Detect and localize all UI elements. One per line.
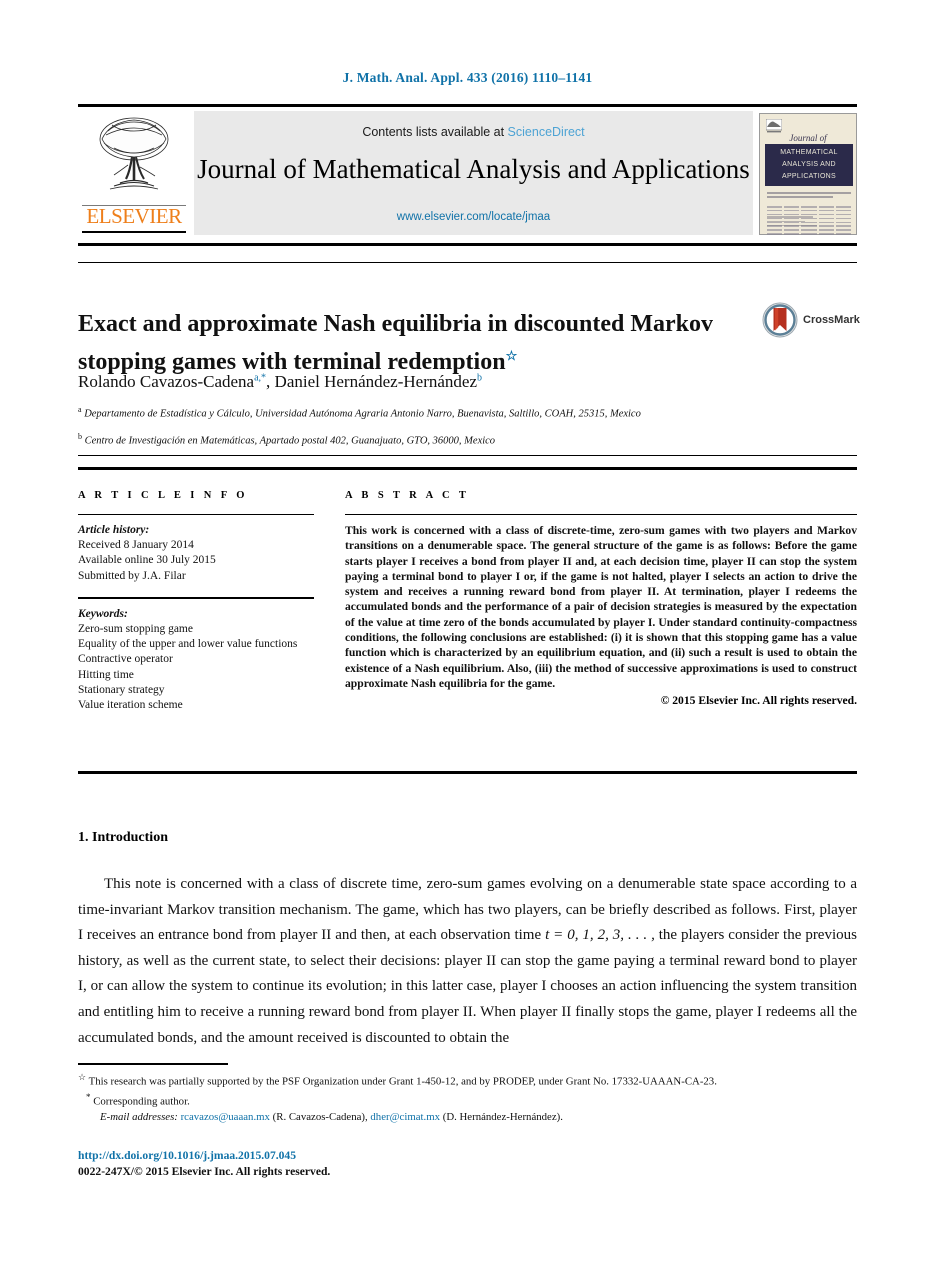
- info-heading-rule: [78, 514, 314, 515]
- footnote-grant: ☆ This research was partially supported …: [78, 1070, 857, 1089]
- author-name: Daniel Hernández-Hernández: [274, 372, 478, 391]
- affiliation-text: Departamento de Estadística y Cálculo, U…: [84, 408, 641, 420]
- abstract-text: This work is concerned with a class of d…: [345, 524, 857, 690]
- keywords-label: Keywords:: [78, 607, 128, 620]
- title-top-rule: [78, 262, 857, 263]
- crossmark-label: CrossMark: [803, 314, 860, 326]
- keyword-item: Hitting time: [78, 668, 134, 681]
- cover-band-title: MATHEMATICAL ANALYSIS AND APPLICATIONS: [765, 144, 853, 186]
- history-item: Received 8 January 2014: [78, 539, 194, 552]
- cover-elsevier-mark-icon: [766, 119, 782, 133]
- keywords-rule: [78, 596, 314, 599]
- page-title: Exact and approximate Nash equilibria in…: [78, 308, 718, 378]
- masthead-bottom-rule: [78, 243, 857, 246]
- cover-footer-lines: [767, 216, 851, 229]
- author-affiliation-marks: a,*: [254, 372, 267, 384]
- journal-cover-thumbnail: Journal of MATHEMATICAL ANALYSIS AND APP…: [759, 113, 857, 235]
- affiliation: b Centro de Investigación en Matemáticas…: [78, 430, 778, 448]
- title-bottom-rule: [78, 455, 857, 456]
- title-footnote-marker: ☆: [505, 348, 518, 364]
- article-info-heading: A R T I C L E I N F O: [78, 490, 248, 501]
- email-link[interactable]: rcavazos@uaaan.mx: [181, 1111, 270, 1123]
- history-item: Available online 30 July 2015: [78, 554, 216, 567]
- cover-journal-of-label: Journal of: [789, 133, 827, 143]
- affiliation-text: Centro de Investigación en Matemáticas, …: [84, 435, 496, 447]
- keyword-item: Zero-sum stopping game: [78, 623, 193, 636]
- article-history-label: Article history:: [78, 524, 150, 536]
- affiliation-mark: a: [78, 405, 82, 414]
- masthead-banner: Contents lists available at ScienceDirec…: [194, 111, 753, 235]
- logo-divider-bottom: [82, 231, 186, 233]
- author-affiliation-marks: b: [477, 372, 483, 384]
- contents-available-line: Contents lists available at ScienceDirec…: [194, 125, 753, 139]
- article-history-block: Article history: Received 8 January 2014…: [78, 523, 314, 584]
- keywords-block: Keywords: Zero-sum stopping game Equalit…: [78, 607, 314, 713]
- keyword-item: Equality of the upper and lower value fu…: [78, 638, 298, 651]
- page-footer: http://dx.doi.org/10.1016/j.jmaa.2015.07…: [78, 1148, 857, 1179]
- footnote-corresponding-author: * Corresponding author.: [78, 1090, 857, 1109]
- introduction-paragraph: This note is concerned with a class of d…: [78, 872, 857, 1051]
- article-title-text: Exact and approximate Nash equilibria in…: [78, 311, 713, 376]
- article-info-column: A R T I C L E I N F O Article history: R…: [78, 490, 314, 713]
- keyword-item: Contractive operator: [78, 653, 173, 666]
- email-link[interactable]: dher@cimat.mx: [370, 1111, 440, 1123]
- keyword-item: Value iteration scheme: [78, 699, 183, 712]
- footnote-corresponding-text: Corresponding author.: [93, 1095, 190, 1108]
- contents-prefix: Contents lists available at: [362, 125, 508, 139]
- keyword-item: Stationary strategy: [78, 683, 165, 696]
- footnote-separator-rule: [78, 1063, 228, 1065]
- crossmark-badge[interactable]: CrossMark: [762, 300, 862, 340]
- doi-link[interactable]: http://dx.doi.org/10.1016/j.jmaa.2015.07…: [78, 1148, 857, 1164]
- journal-homepage-url[interactable]: www.elsevier.com/locate/jmaa: [194, 211, 753, 223]
- paper-page: J. Math. Anal. Appl. 433 (2016) 1110–114…: [0, 0, 935, 1266]
- abstract-heading-rule: [345, 514, 857, 515]
- journal-title: Journal of Mathematical Analysis and App…: [197, 154, 750, 184]
- abstract-column: A B S T R A C T This work is concerned w…: [345, 490, 857, 707]
- email-addresses-label: E-mail addresses:: [100, 1111, 178, 1124]
- cover-editor-lines: [767, 192, 851, 200]
- footnote-emails: E-mail addresses: rcavazos@uaaan.mx (R. …: [78, 1110, 857, 1125]
- elsevier-wordmark: ELSEVIER: [86, 204, 182, 228]
- journal-masthead: ELSEVIER Contents lists available at Sci…: [78, 104, 857, 235]
- abstract-heading: A B S T R A C T: [345, 490, 470, 501]
- footnote-grant-text: This research was partially supported by…: [88, 1075, 717, 1088]
- sciencedirect-link[interactable]: ScienceDirect: [508, 125, 585, 139]
- abstract-bottom-rule: [78, 771, 857, 774]
- inline-math-observation-time: t = 0, 1, 2, 3, . . . ,: [545, 927, 655, 944]
- history-item: Submitted by J.A. Filar: [78, 569, 186, 582]
- footnote-grant-marker: ☆: [78, 1072, 87, 1082]
- section-heading-introduction: 1. Introduction: [78, 829, 168, 845]
- affiliation: a Departamento de Estadística y Cálculo,…: [78, 403, 778, 421]
- author-list: Rolando Cavazos-Cadenaa,*, Daniel Hernán…: [78, 372, 483, 391]
- elsevier-tree-icon: [99, 117, 169, 190]
- journal-reference-line: J. Math. Anal. Appl. 433 (2016) 1110–114…: [342, 70, 593, 85]
- issn-copyright-line: 0022-247X/© 2015 Elsevier Inc. All right…: [78, 1164, 331, 1178]
- footnote-block: ☆ This research was partially supported …: [78, 1070, 857, 1126]
- email-owner: (R. Cavazos-Cadena),: [272, 1111, 368, 1124]
- abstract-copyright: © 2015 Elsevier Inc. All rights reserved…: [660, 694, 857, 708]
- paragraph-part-2: the players consider the previous histor…: [78, 927, 857, 1046]
- footnote-corresponding-marker: *: [86, 1092, 91, 1103]
- info-top-rule: [78, 467, 857, 470]
- affiliation-mark: b: [78, 432, 82, 441]
- crossmark-icon: [762, 302, 798, 338]
- email-owner: (D. Hernández-Hernández).: [442, 1111, 563, 1124]
- elsevier-logo: ELSEVIER: [78, 111, 190, 235]
- author-name: Rolando Cavazos-Cadena: [78, 372, 255, 391]
